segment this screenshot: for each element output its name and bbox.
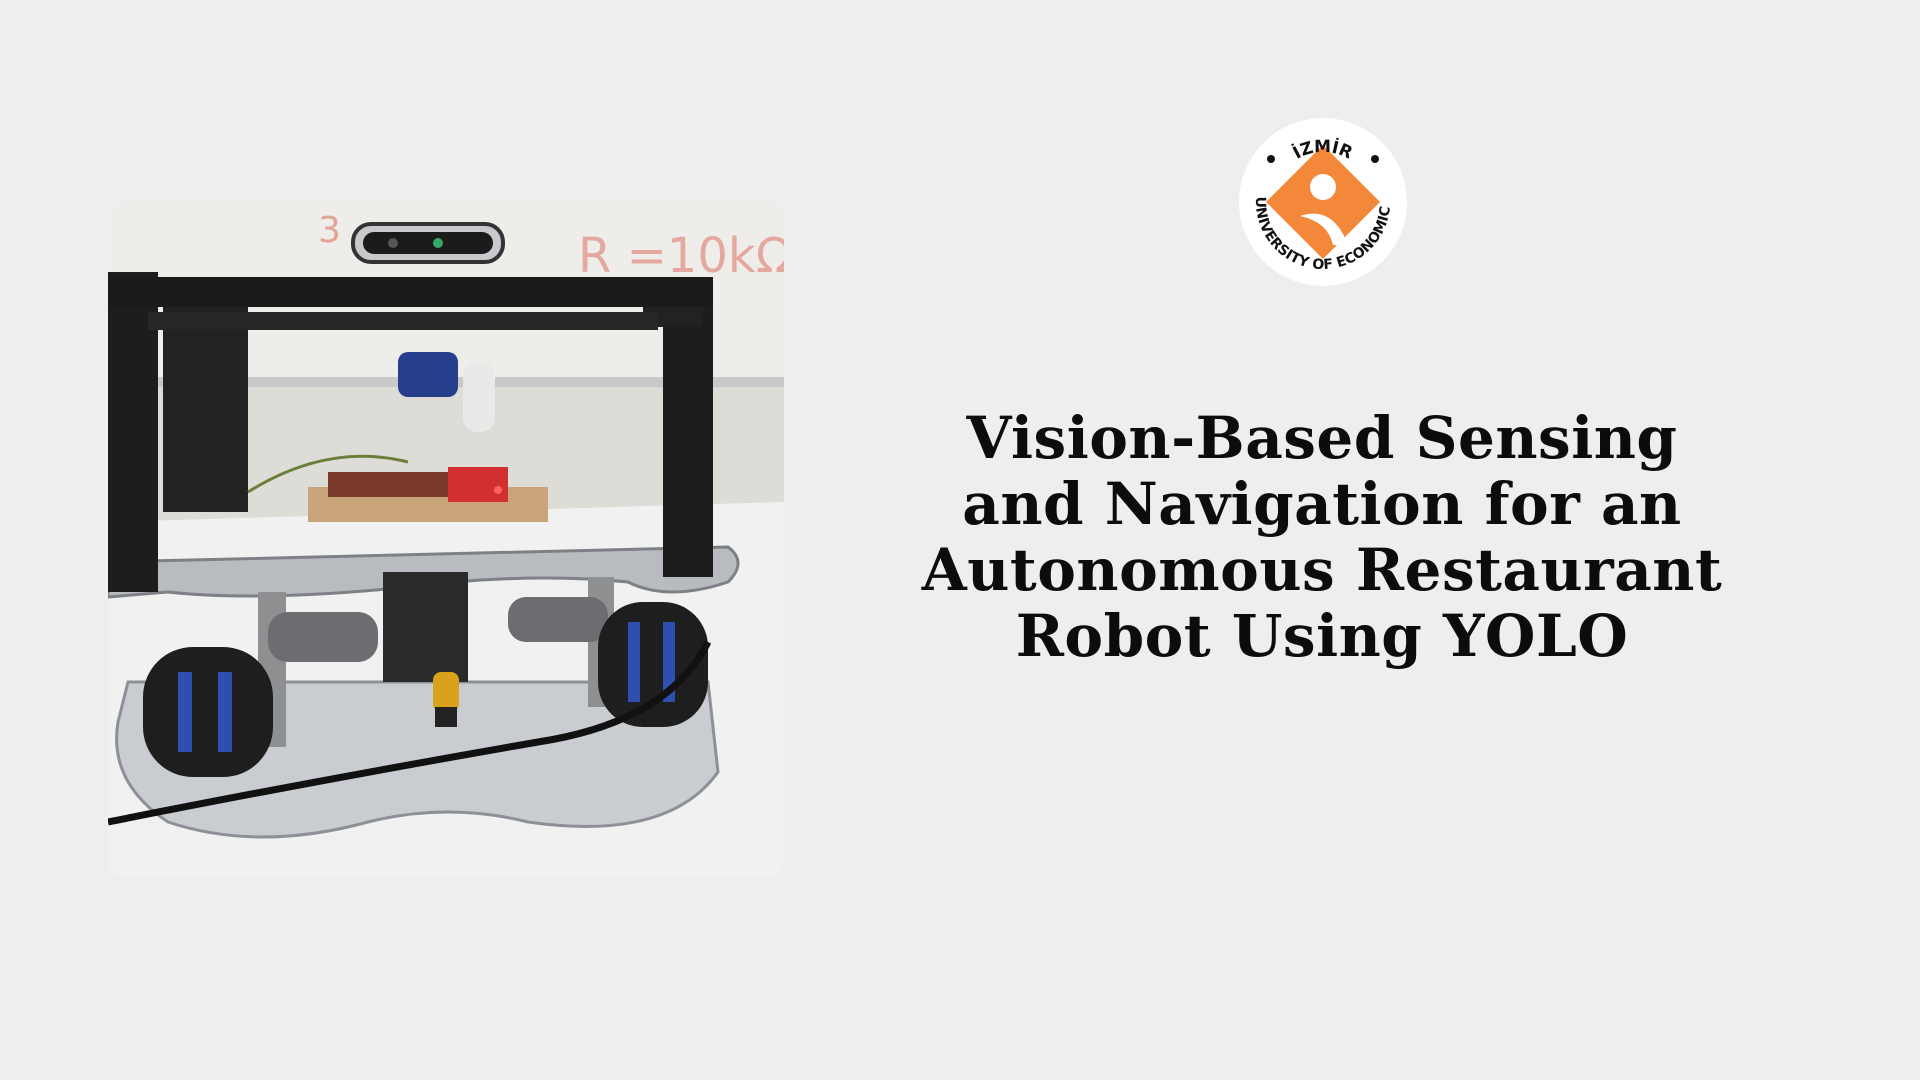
slide-title: Vision-Based Sensing and Navigation for … <box>862 405 1782 669</box>
title-line-2: and Navigation for an <box>962 470 1682 538</box>
svg-text:R =10kΩ: R =10kΩ <box>578 228 784 284</box>
title-line-3: Autonomous Restaurant <box>921 536 1723 604</box>
svg-text:3: 3 <box>318 210 341 251</box>
title-line-4: Robot Using YOLO <box>1015 602 1629 670</box>
university-logo: İZMİR UNIVERSITY OF ECONOMICS <box>1233 105 1408 287</box>
robot-photo: R =10kΩ 3 <box>108 202 784 878</box>
title-line-1: Vision-Based Sensing <box>966 404 1678 472</box>
